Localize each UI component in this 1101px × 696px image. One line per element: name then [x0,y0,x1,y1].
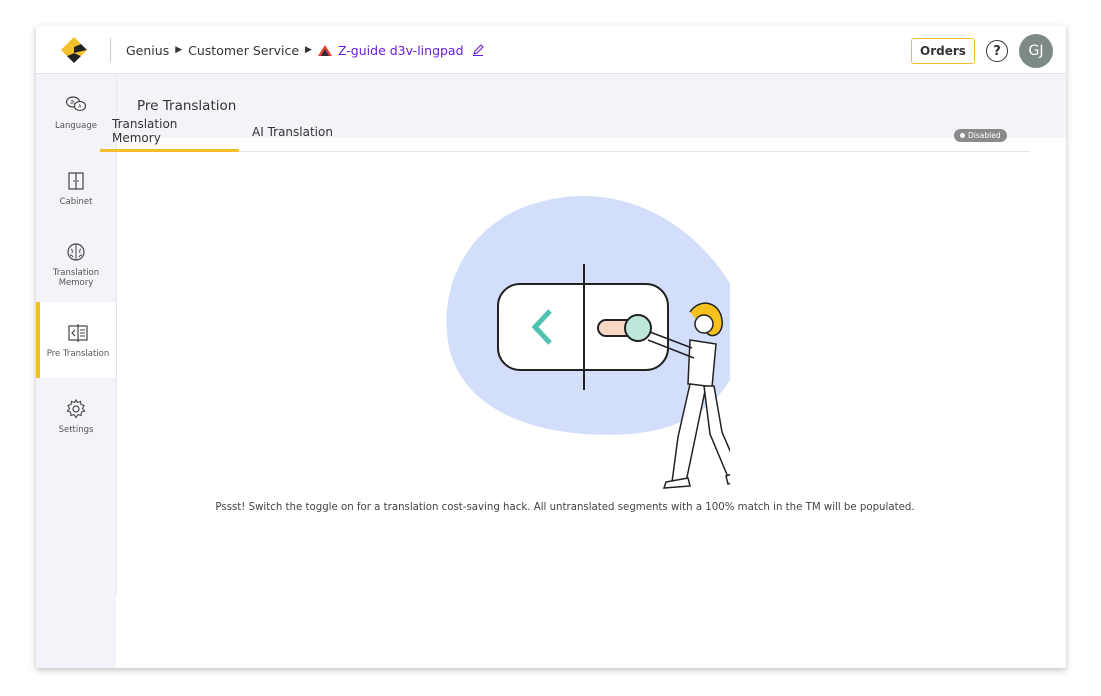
edit-icon[interactable] [472,44,484,56]
sidebar-item-pre-translation[interactable]: Pre Translation [36,302,116,378]
tab-bar: Translation Memory AI Translation [100,112,1030,152]
cabinet-icon [68,171,84,190]
sidebar-item-label: Pre Translation [46,348,110,359]
status-dot-icon [960,133,965,138]
breadcrumb-project[interactable]: Z-guide d3v-lingpad [317,42,484,58]
pre-translation-hint: Pssst! Switch the toggle on for a transl… [215,502,915,513]
sidebar: あ A Language Cabinet Translation Memory [36,74,116,668]
brain-icon [67,242,85,261]
tab-translation-memory[interactable]: Translation Memory [100,112,239,152]
sidebar-item-label: Settings [58,424,94,435]
pre-translation-icon [68,323,88,342]
breadcrumb-item-genius[interactable]: Genius [126,43,169,58]
project-name: Z-guide d3v-lingpad [337,42,464,58]
svg-text:A: A [78,104,82,110]
sidebar-divider [116,74,117,594]
sidebar-item-settings[interactable]: Settings [36,378,116,454]
orders-button[interactable]: Orders [911,38,975,64]
status-badge: Disabled [954,129,1007,142]
help-icon[interactable]: ? [986,40,1008,62]
project-icon [317,44,332,56]
language-icon: あ A [65,95,87,111]
svg-text:あ: あ [70,100,75,106]
sidebar-item-cabinet[interactable]: Cabinet [36,150,116,226]
gear-icon [66,398,86,418]
breadcrumb-item-customer-service[interactable]: Customer Service [188,43,299,58]
sidebar-item-label: Cabinet [59,196,93,207]
user-avatar[interactable]: GJ [1019,34,1053,68]
toggle-illustration [446,196,730,489]
tab-ai-translation[interactable]: AI Translation [240,112,345,152]
top-bar: Genius ▶ Customer Service ▶ Z-guide d3v-… [36,26,1066,74]
topbar-divider [110,38,111,62]
caret-right-icon: ▶ [175,45,183,55]
breadcrumb: Genius ▶ Customer Service ▶ Z-guide d3v-… [126,26,484,74]
sidebar-item-label: Language [55,120,97,131]
sidebar-item-translation-memory[interactable]: Translation Memory [36,226,116,302]
status-label: Disabled [968,131,1001,140]
sidebar-item-label: Translation Memory [52,267,100,288]
caret-right-icon: ▶ [305,45,312,55]
app-logo[interactable] [61,37,87,63]
